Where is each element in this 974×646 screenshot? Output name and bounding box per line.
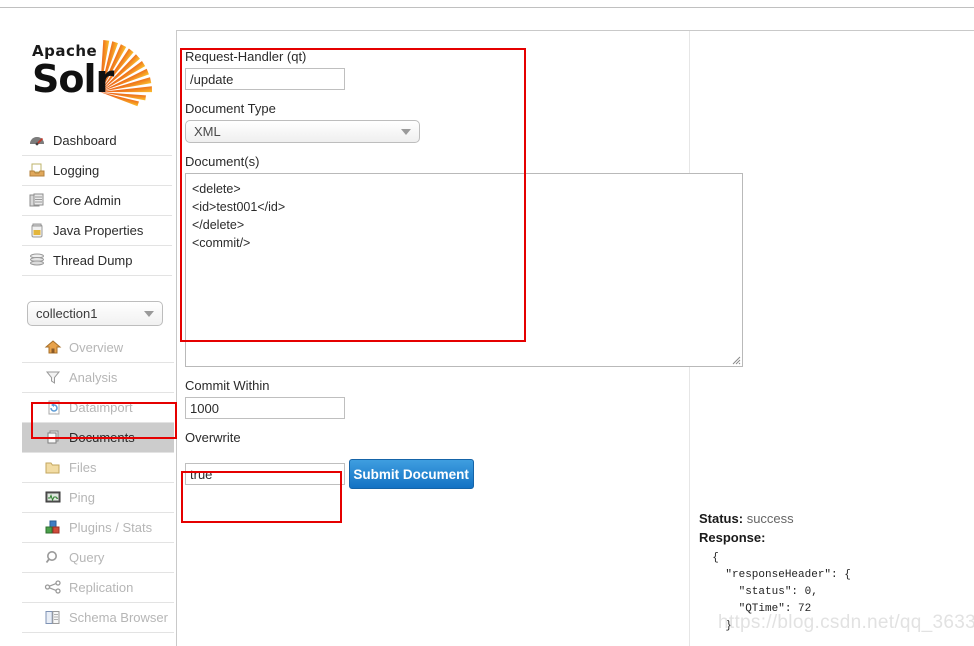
sidebar-item-label: Analysis [69, 370, 118, 385]
sidebar-item-schema-browser[interactable]: Schema Browser [22, 603, 174, 633]
sidebar-item-dataimport[interactable]: Dataimport [22, 393, 174, 423]
sidebar-item-plugins-stats[interactable]: Plugins / Stats [22, 513, 174, 543]
folder-icon [44, 459, 62, 476]
sidebar-item-analysis[interactable]: Analysis [22, 363, 174, 393]
response-json: { "responseHeader": { "status": 0, "QTim… [712, 552, 851, 632]
sidebar-item-label: Core Admin [53, 193, 121, 208]
documents-panel: Request-Handler (qt) Document Type XML D… [176, 30, 974, 646]
response-panel: Status: success Response: { "responseHea… [699, 509, 969, 635]
sidebar-item-label: Files [69, 460, 97, 475]
resize-grip-icon[interactable] [729, 353, 741, 365]
sidebar-item-core-admin[interactable]: Core Admin [22, 186, 172, 216]
book-icon [44, 609, 62, 626]
sidebar-item-label: Dataimport [69, 400, 133, 415]
dataimport-icon [44, 399, 62, 416]
funnel-icon [44, 369, 62, 386]
java-jar-icon [28, 222, 46, 239]
dashboard-gauge-icon [28, 132, 46, 149]
main-nav: Dashboard Logging Core Admin Java Proper… [22, 126, 172, 276]
sidebar-item-java-properties[interactable]: Java Properties [22, 216, 172, 246]
logging-inbox-icon [28, 162, 46, 179]
commit-within-input[interactable] [185, 397, 345, 419]
sidebar-item-label: Logging [53, 163, 100, 178]
sidebar-item-logging[interactable]: Logging [22, 156, 172, 186]
home-icon [44, 339, 62, 356]
sidebar-item-query[interactable]: Query [22, 543, 174, 573]
sidebar-item-label: Overview [69, 340, 124, 355]
sidebar-item-label: Ping [69, 490, 96, 505]
sidebar-item-documents[interactable]: Documents [22, 423, 174, 453]
sidebar-item-files[interactable]: Files [22, 453, 174, 483]
submit-document-button[interactable]: Submit Document [348, 459, 474, 489]
sidebar-item-replication[interactable]: Replication [22, 573, 174, 603]
response-status-value: success [746, 511, 794, 526]
sidebar-item-label: Replication [69, 580, 134, 595]
sidebar-item-overview[interactable]: Overview [22, 333, 174, 363]
documents-label: Document(s) [185, 154, 260, 169]
sidebar-item-dashboard[interactable]: Dashboard [22, 126, 172, 156]
magnifier-icon [44, 549, 62, 566]
sidebar-item-label: Query [69, 550, 105, 565]
sidebar-item-label: Plugins / Stats [69, 520, 153, 535]
response-body-label: Response: [699, 530, 766, 545]
chevron-down-icon [401, 128, 411, 135]
commit-within-label: Commit Within [185, 378, 270, 393]
request-handler-input[interactable] [185, 68, 345, 90]
core-nav: Overview Analysis Dataimport Documents F… [22, 333, 174, 633]
sidebar: Apache Solr Dashboard Logging Core Admin… [0, 8, 176, 646]
solr-logo[interactable]: Apache Solr [22, 30, 172, 108]
document-type-label: Document Type [185, 101, 276, 116]
sidebar-item-label: Documents [69, 430, 135, 445]
document-type-select[interactable]: XML [185, 120, 420, 143]
sidebar-item-label: Dashboard [53, 133, 117, 148]
replication-nodes-icon [44, 579, 62, 596]
overwrite-input[interactable] [185, 463, 345, 485]
document-form: Request-Handler (qt) Document Type XML D… [185, 49, 743, 489]
plugins-blocks-icon [44, 519, 62, 536]
sidebar-item-ping[interactable]: Ping [22, 483, 174, 513]
response-status-line: Status: success [699, 509, 969, 528]
core-admin-servers-icon [28, 192, 46, 209]
chevron-down-icon [144, 310, 154, 317]
logo-solr-text: Solr [32, 57, 114, 101]
thread-dump-stack-icon [28, 252, 46, 269]
collection-select[interactable]: collection1 [27, 301, 163, 326]
documents-textarea[interactable]: <delete> <id>test001</id> </delete> <com… [185, 173, 743, 367]
logo-wordmark: Apache Solr [32, 42, 114, 101]
sidebar-item-thread-dump[interactable]: Thread Dump [22, 246, 172, 276]
overwrite-label: Overwrite [185, 430, 241, 445]
document-type-value: XML [194, 124, 221, 139]
collection-select-value: collection1 [36, 306, 98, 321]
sidebar-item-label: Java Properties [53, 223, 144, 238]
sidebar-item-label: Thread Dump [53, 253, 133, 268]
ping-monitor-icon [44, 489, 62, 506]
sidebar-item-label: Schema Browser [69, 610, 168, 625]
response-status-label: Status: [699, 511, 744, 526]
solr-admin-window: Apache Solr Dashboard Logging Core Admin… [0, 0, 974, 646]
request-handler-label: Request-Handler (qt) [185, 49, 307, 64]
documents-icon [44, 429, 62, 446]
